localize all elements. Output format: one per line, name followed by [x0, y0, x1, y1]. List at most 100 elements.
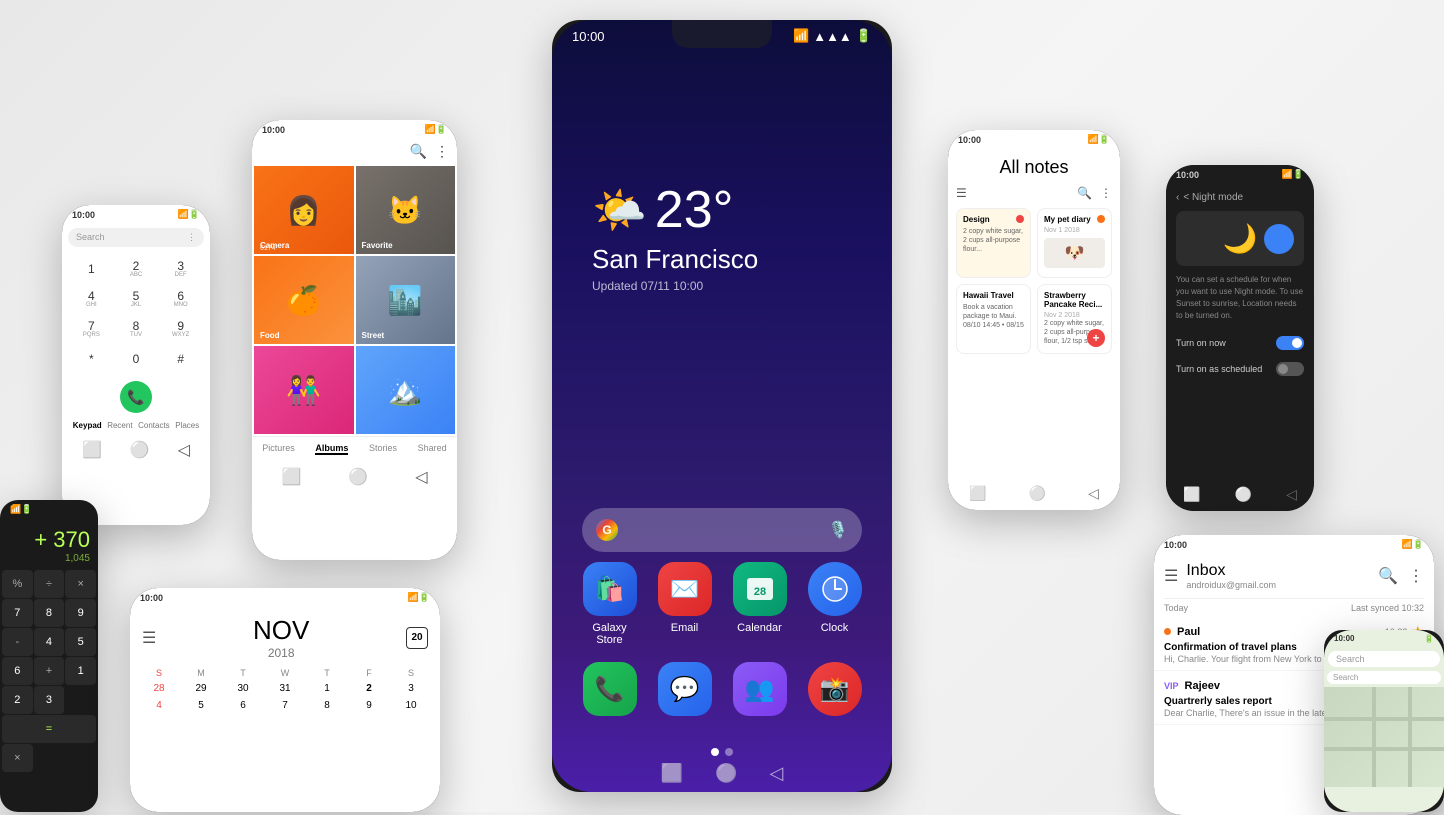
tab-shared[interactable]: Shared: [418, 443, 447, 455]
cal-cell-2[interactable]: 2: [348, 680, 390, 697]
app-camera-bottom[interactable]: 📸: [803, 662, 867, 716]
app-friends[interactable]: 👥: [728, 662, 792, 716]
notes-menu-icon[interactable]: ☰: [956, 186, 967, 200]
cal-cell-31[interactable]: 31: [264, 680, 306, 697]
night-back-button[interactable]: ‹ < Night mode: [1166, 184, 1314, 211]
notes-nav-recents[interactable]: ◁: [1088, 485, 1099, 502]
cal-badge[interactable]: 20: [406, 627, 428, 649]
app-calendar[interactable]: 28 Calendar: [728, 562, 792, 646]
calc-key-mul[interactable]: ×: [65, 570, 96, 598]
key-2[interactable]: 2ABC: [115, 255, 158, 283]
cal-cell-7[interactable]: 7: [264, 697, 306, 714]
notes-more-icon[interactable]: ⋮: [1100, 186, 1112, 200]
cal-cell-4[interactable]: 4: [138, 697, 180, 714]
night-nav-home[interactable]: ⚪: [1235, 486, 1252, 503]
app-galaxy-store[interactable]: 🛍️ GalaxyStore: [578, 562, 642, 646]
calc-key-4[interactable]: 4: [34, 628, 65, 656]
gallery-nav-home[interactable]: ⚪: [348, 467, 368, 487]
cal-cell-5[interactable]: 5: [180, 697, 222, 714]
tab-albums[interactable]: Albums: [315, 443, 348, 455]
calc-key-minus[interactable]: -: [2, 628, 33, 656]
app-messages[interactable]: 💬: [653, 662, 717, 716]
key-6[interactable]: 6MNO: [159, 285, 202, 313]
notes-nav-back[interactable]: ⬜: [969, 485, 986, 502]
calc-key-3[interactable]: 3: [34, 686, 65, 714]
key-5[interactable]: 5JKL: [115, 285, 158, 313]
night-nav-back[interactable]: ⬜: [1183, 486, 1200, 503]
tab-stories[interactable]: Stories: [369, 443, 397, 455]
key-1[interactable]: 1: [70, 255, 113, 283]
key-0[interactable]: 0: [115, 345, 158, 373]
nav-recents[interactable]: ◁: [770, 763, 784, 784]
key-8[interactable]: 8TUV: [115, 315, 158, 343]
cal-cell-3[interactable]: 3: [390, 680, 432, 697]
calc-key-del[interactable]: ×: [2, 744, 33, 772]
tab-keypad[interactable]: Keypad: [73, 421, 102, 430]
key-4[interactable]: 4GHI: [70, 285, 113, 313]
search-bar[interactable]: G 🎙️: [582, 508, 862, 552]
calc-key-1[interactable]: 1: [65, 657, 96, 685]
map-search-bar[interactable]: Search: [1328, 651, 1440, 667]
cal-cell-30[interactable]: 30: [222, 680, 264, 697]
gallery-nav-recents[interactable]: ◁: [415, 467, 427, 487]
keypad-nav-home[interactable]: ⚪: [130, 440, 150, 460]
email-search-icon[interactable]: 🔍: [1378, 566, 1398, 586]
tab-places[interactable]: Places: [175, 421, 199, 430]
tab-pictures[interactable]: Pictures: [262, 443, 295, 455]
app-phone[interactable]: 📞: [578, 662, 642, 716]
app-email[interactable]: ✉️ Email: [653, 562, 717, 646]
app-clock[interactable]: Clock: [803, 562, 867, 646]
note-strawberry[interactable]: Strawberry Pancake Reci... Nov 2 2018 2 …: [1037, 284, 1112, 354]
gallery-search-icon[interactable]: 🔍: [410, 143, 427, 160]
gallery-cell-camera[interactable]: 👩 Camera 6174: [254, 166, 354, 254]
note-pet[interactable]: My pet diary Nov 1 2018 🐶: [1037, 208, 1112, 278]
note-hawaii[interactable]: Hawaii Travel Book a vacation package to…: [956, 284, 1031, 354]
calc-key-6[interactable]: 6: [2, 657, 33, 685]
notes-search-icon[interactable]: 🔍: [1077, 186, 1092, 200]
gallery-cell-friends[interactable]: 👫: [254, 346, 354, 434]
calc-key-pct[interactable]: %: [2, 570, 33, 598]
cal-cell-9[interactable]: 9: [348, 697, 390, 714]
notes-nav-home[interactable]: ⚪: [1029, 485, 1046, 502]
gallery-cell-food[interactable]: 🍊 Food: [254, 256, 354, 344]
nav-home[interactable]: ⚪: [715, 763, 737, 784]
calc-key-8[interactable]: 8: [34, 599, 65, 627]
nav-back[interactable]: ⬜: [661, 763, 683, 784]
keypad-nav-back[interactable]: ⬜: [82, 440, 102, 460]
calc-key-2[interactable]: 2: [2, 686, 33, 714]
calc-key-9[interactable]: 9: [65, 599, 96, 627]
gallery-nav-back[interactable]: ⬜: [281, 467, 301, 487]
keypad-nav-recents[interactable]: ◁: [178, 440, 190, 460]
mic-icon[interactable]: 🎙️: [828, 520, 848, 540]
night-nav-recents[interactable]: ◁: [1286, 486, 1297, 503]
key-3[interactable]: 3DEF: [159, 255, 202, 283]
cal-cell-28[interactable]: 28: [138, 680, 180, 697]
keypad-search[interactable]: Search ⋮: [68, 228, 204, 247]
key-7[interactable]: 7PQRS: [70, 315, 113, 343]
key-9[interactable]: 9WXYZ: [159, 315, 202, 343]
key-star[interactable]: *: [70, 345, 113, 373]
cal-cell-6[interactable]: 6: [222, 697, 264, 714]
gallery-cell-street[interactable]: 🏙️ Street: [356, 256, 456, 344]
toggle-scheduled[interactable]: [1276, 362, 1304, 376]
tab-recent[interactable]: Recent: [107, 421, 132, 430]
cal-cell-1[interactable]: 1: [306, 680, 348, 697]
calc-key-7[interactable]: 7: [2, 599, 33, 627]
toggle-now[interactable]: [1276, 336, 1304, 350]
gallery-cell-favorite[interactable]: 🐱 Favorite: [356, 166, 456, 254]
gallery-cell-mountain[interactable]: 🏔️: [356, 346, 456, 434]
call-button[interactable]: 📞: [120, 381, 152, 413]
calc-key-eq[interactable]: =: [2, 715, 96, 743]
calc-key-plus[interactable]: +: [34, 657, 65, 685]
calc-key-5[interactable]: 5: [65, 628, 96, 656]
tab-contacts[interactable]: Contacts: [138, 421, 170, 430]
calc-key-div[interactable]: ÷: [34, 570, 65, 598]
map-inner-search[interactable]: Search: [1327, 671, 1441, 684]
cal-cell-8[interactable]: 8: [306, 697, 348, 714]
cal-menu-icon[interactable]: ☰: [142, 628, 156, 648]
email-more-icon[interactable]: ⋮: [1408, 566, 1424, 586]
note-add-button[interactable]: +: [1087, 329, 1105, 347]
email-menu-icon[interactable]: ☰: [1164, 566, 1178, 586]
cal-cell-10[interactable]: 10: [390, 697, 432, 714]
cal-cell-29[interactable]: 29: [180, 680, 222, 697]
